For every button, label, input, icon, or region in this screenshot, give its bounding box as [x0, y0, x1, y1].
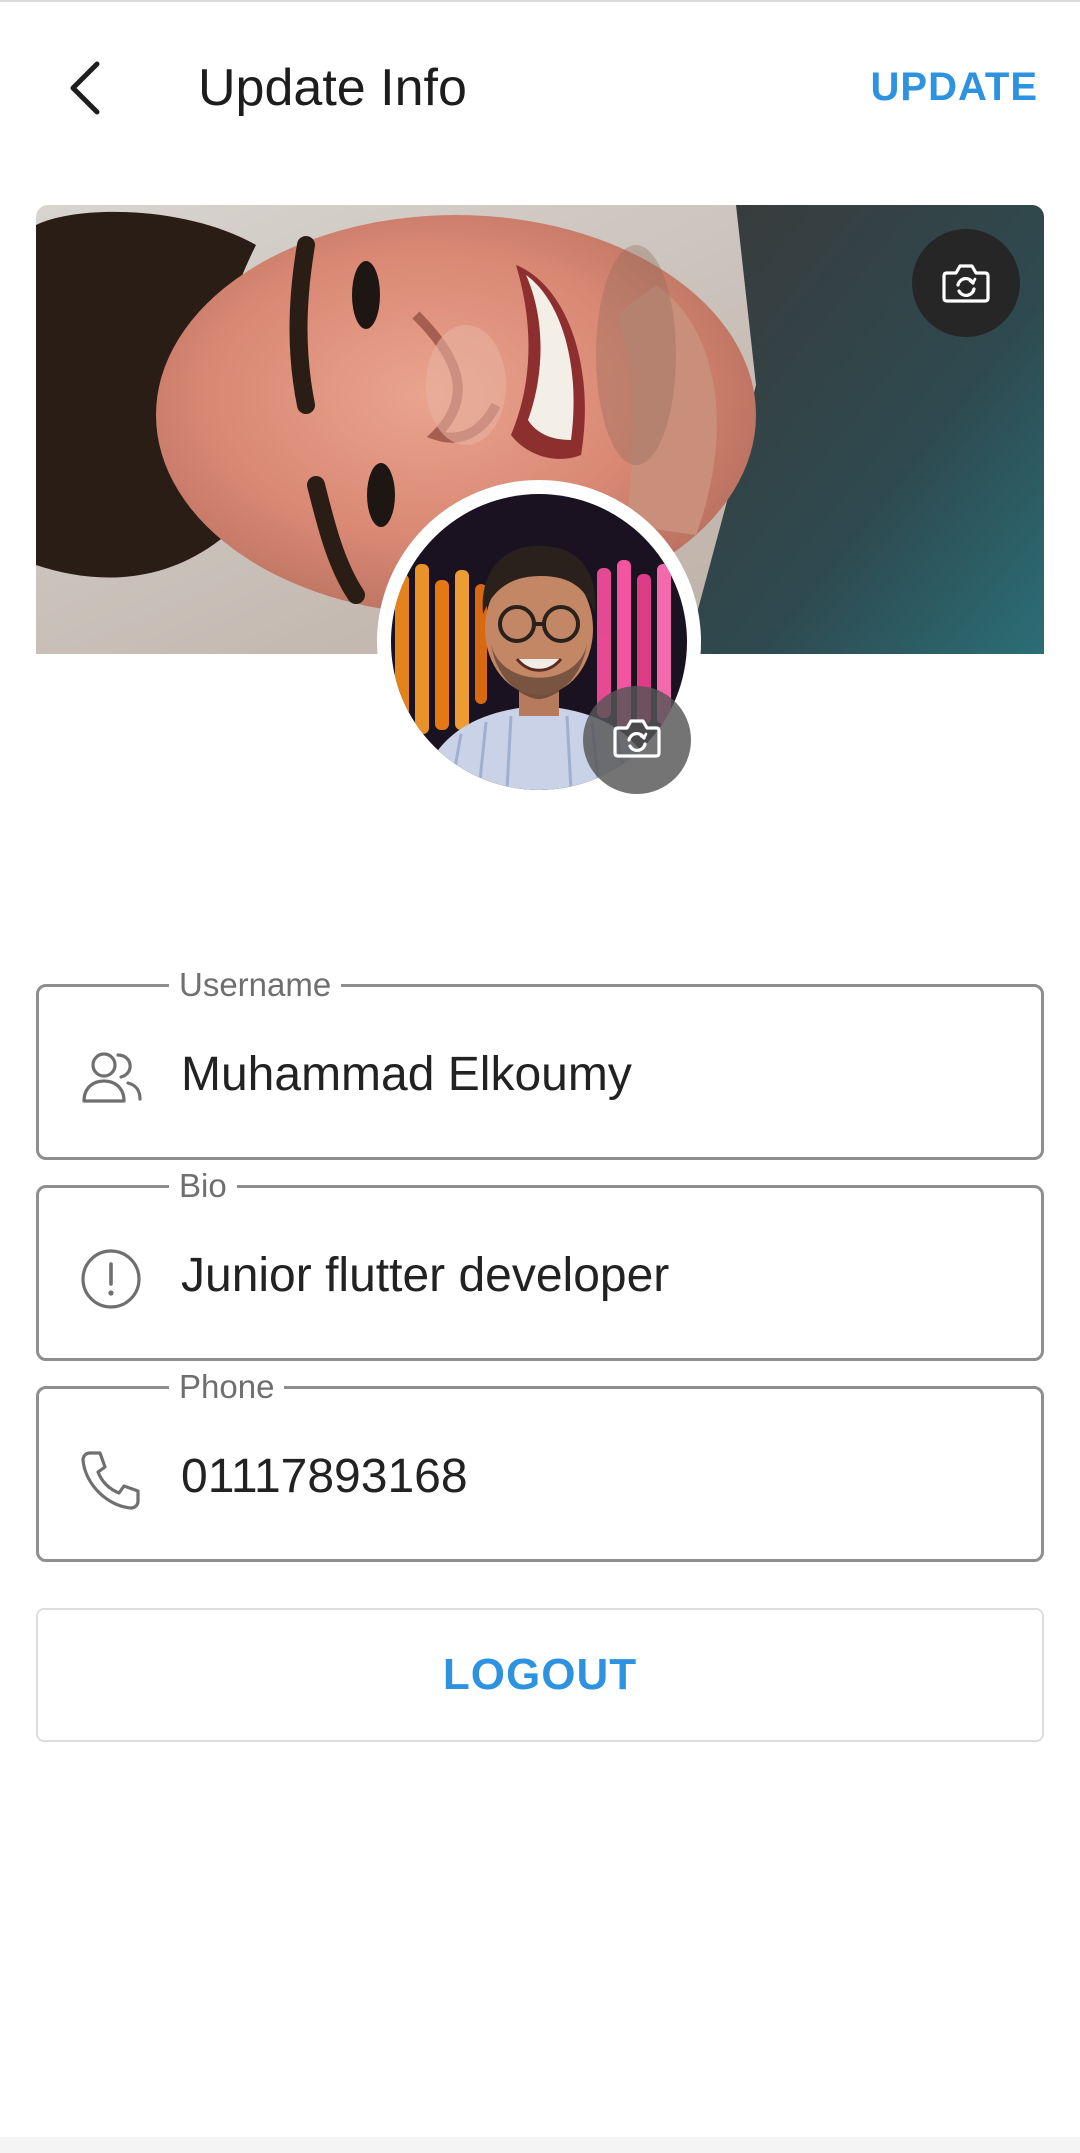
bio-field[interactable]: Bio Junior flutter developer — [36, 1166, 1044, 1361]
bio-input[interactable]: Junior flutter developer — [181, 1246, 669, 1306]
app-bar: Update Info UPDATE — [0, 2, 1080, 172]
camera-icon — [941, 261, 991, 305]
users-icon — [76, 1043, 146, 1113]
phone-input[interactable]: 01117893168 — [181, 1447, 468, 1507]
username-label: Username — [169, 965, 342, 1005]
logout-label: LOGOUT — [442, 1650, 638, 1699]
phone-field[interactable]: Phone 01117893168 — [36, 1367, 1044, 1562]
page-title: Update Info — [198, 59, 467, 117]
bio-label: Bio — [169, 1166, 237, 1206]
chevron-left-icon — [65, 58, 105, 123]
update-info-screen: Update Info UPDATE Username Muhammad Elk… — [0, 0, 1080, 2153]
info-circle-icon — [76, 1244, 146, 1314]
bottom-edge — [0, 2137, 1080, 2153]
phone-label: Phone — [169, 1367, 285, 1407]
update-button[interactable]: UPDATE — [871, 60, 1038, 114]
cover-camera-button[interactable] — [912, 229, 1020, 337]
avatar-camera-button[interactable] — [583, 686, 691, 794]
back-button[interactable] — [50, 50, 120, 130]
phone-icon — [76, 1445, 146, 1515]
username-field[interactable]: Username Muhammad Elkoumy — [36, 965, 1044, 1160]
logout-button[interactable]: LOGOUT — [36, 1608, 1044, 1742]
camera-icon — [612, 716, 662, 765]
username-input[interactable]: Muhammad Elkoumy — [181, 1045, 632, 1105]
